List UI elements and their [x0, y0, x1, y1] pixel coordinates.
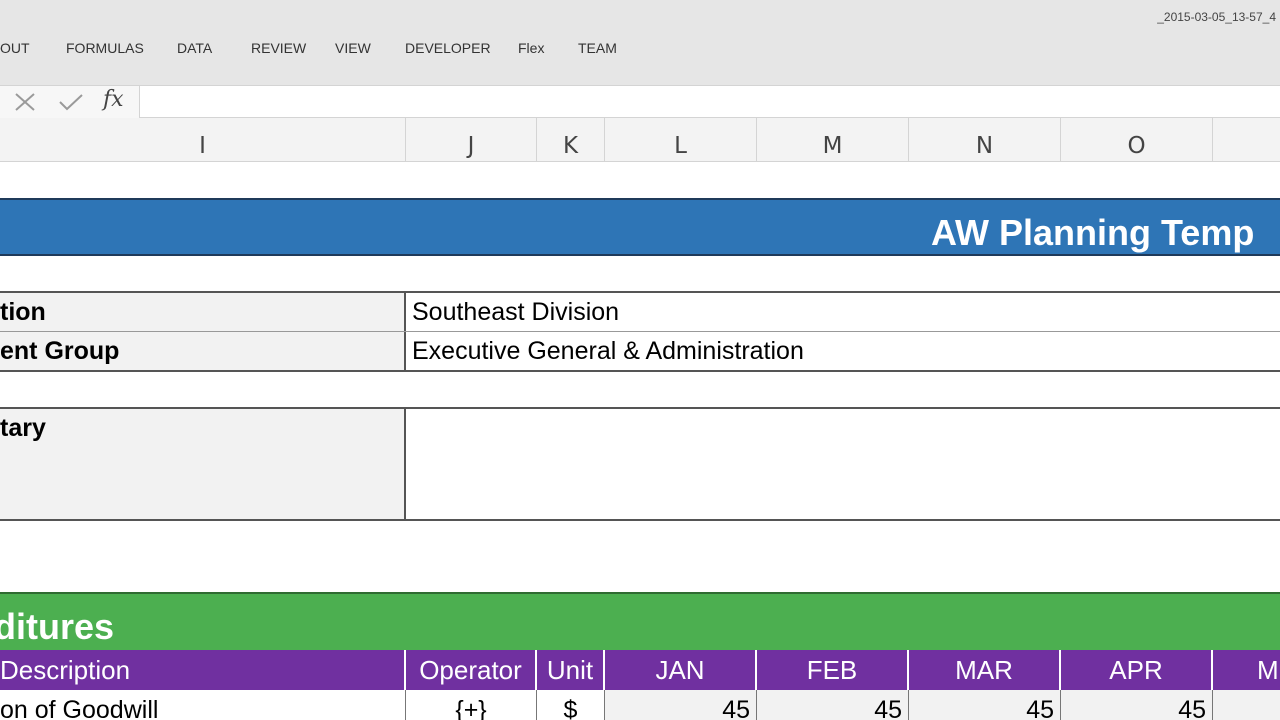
- column-header-o[interactable]: O: [1061, 118, 1213, 162]
- field-value-group[interactable]: Executive General & Administration: [406, 332, 1280, 370]
- row-value-jan[interactable]: 45: [605, 690, 757, 720]
- formula-input[interactable]: [146, 90, 1280, 114]
- confirm-icon[interactable]: [57, 92, 85, 112]
- row-operator[interactable]: {+}: [406, 690, 537, 720]
- column-header-k[interactable]: K: [537, 118, 605, 162]
- section-band: ditures: [0, 592, 1280, 650]
- insert-function-icon[interactable]: fx: [103, 87, 124, 112]
- header-apr[interactable]: APR: [1061, 650, 1213, 690]
- tab-flex[interactable]: Flex: [518, 40, 544, 56]
- ribbon: _2015-03-05_13-57_4 OUT FORMULAS DATA RE…: [0, 0, 1280, 86]
- table-row: on of Goodwill {+} $ 45 45 45 45: [0, 690, 1280, 720]
- field-value-division[interactable]: Southeast Division: [406, 293, 1280, 331]
- row-unit[interactable]: $: [537, 690, 605, 720]
- tab-formulas[interactable]: FORMULAS: [66, 40, 144, 56]
- tab-view[interactable]: VIEW: [335, 40, 371, 56]
- formula-buttons: fx: [0, 86, 140, 118]
- column-header-i[interactable]: I: [0, 118, 406, 162]
- header-unit[interactable]: Unit: [537, 650, 605, 690]
- header-operator[interactable]: Operator: [406, 650, 537, 690]
- row-value-may[interactable]: [1213, 690, 1280, 720]
- worksheet-grid[interactable]: AW Planning Temp tion Southeast Division…: [0, 162, 1280, 720]
- field-value-commentary[interactable]: [406, 409, 1280, 519]
- tab-developer[interactable]: DEVELOPER: [405, 40, 491, 56]
- field-label-commentary[interactable]: tary: [0, 409, 406, 519]
- formula-bar: fx: [0, 86, 1280, 118]
- row-description[interactable]: on of Goodwill: [0, 690, 406, 720]
- title-band: AW Planning Temp: [0, 198, 1280, 256]
- tab-review[interactable]: REVIEW: [251, 40, 306, 56]
- tab-page-layout[interactable]: OUT: [0, 40, 30, 56]
- column-headers: I J K L M N O: [0, 118, 1280, 162]
- tab-data[interactable]: DATA: [177, 40, 212, 56]
- header-may[interactable]: M: [1213, 650, 1280, 690]
- tab-team[interactable]: TEAM: [578, 40, 617, 56]
- column-header-l[interactable]: L: [605, 118, 757, 162]
- section-title: ditures: [0, 606, 115, 647]
- row-value-mar[interactable]: 45: [909, 690, 1061, 720]
- column-header-n[interactable]: N: [909, 118, 1061, 162]
- row-value-apr[interactable]: 45: [1061, 690, 1213, 720]
- window-title: _2015-03-05_13-57_4: [1157, 10, 1276, 24]
- header-mar[interactable]: MAR: [909, 650, 1061, 690]
- column-header-m[interactable]: M: [757, 118, 909, 162]
- header-feb[interactable]: FEB: [757, 650, 909, 690]
- cancel-icon[interactable]: [12, 92, 38, 112]
- header-jan[interactable]: JAN: [605, 650, 757, 690]
- border-line: [0, 370, 1280, 372]
- header-description[interactable]: Description: [0, 650, 406, 690]
- field-label-division[interactable]: tion: [0, 293, 406, 331]
- border-line: [0, 519, 1280, 521]
- column-header-j[interactable]: J: [406, 118, 537, 162]
- table-header-row: Description Operator Unit JAN FEB MAR AP…: [0, 650, 1280, 690]
- row-value-feb[interactable]: 45: [757, 690, 909, 720]
- sheet-title: AW Planning Temp: [931, 212, 1255, 253]
- field-label-group[interactable]: ent Group: [0, 332, 406, 370]
